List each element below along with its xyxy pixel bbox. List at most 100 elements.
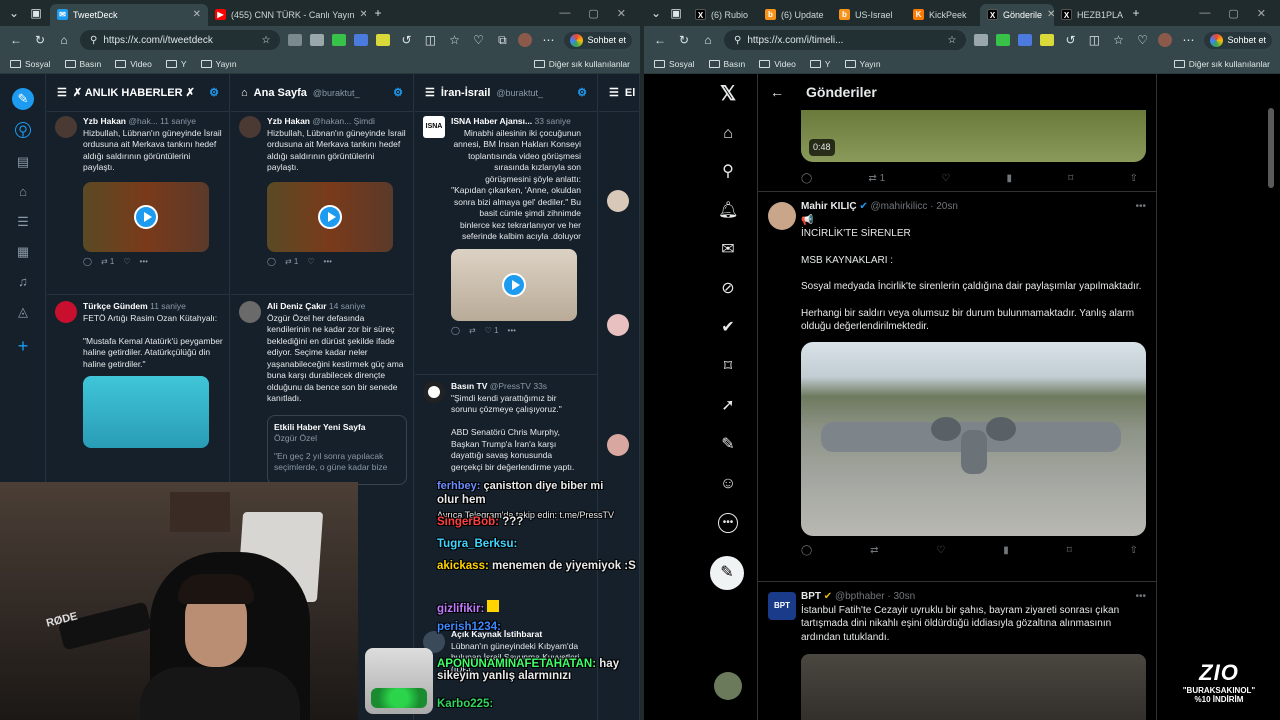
minimize-icon[interactable]: —	[559, 7, 570, 20]
tweet-image[interactable]	[801, 341, 1146, 536]
close-window-icon[interactable]: ✕	[617, 7, 626, 20]
column-header[interactable]: ☰ ✗ ANLIK HABERLER ✗ ⚙	[47, 74, 229, 112]
like-icon[interactable]: ♡	[936, 544, 945, 558]
copilot-button[interactable]: Sohbet et	[564, 31, 632, 49]
close-icon[interactable]: ✕	[193, 9, 201, 20]
maximize-icon[interactable]: ▢	[588, 7, 598, 20]
tab-gonderiler[interactable]: X Gönderile ✕	[980, 3, 1054, 26]
tab-hezb[interactable]: XHEZB1PLA✕	[1054, 4, 1128, 26]
profile-icon[interactable]: ☺	[718, 474, 738, 494]
avatar[interactable]	[239, 116, 261, 138]
more-icon[interactable]: •••	[718, 513, 738, 533]
more-icon[interactable]: •••	[1135, 200, 1146, 214]
downloads-icon[interactable]: ⧉	[494, 32, 510, 48]
workspaces-icon[interactable]: ▣	[28, 5, 44, 21]
more-icon[interactable]: •••	[324, 256, 332, 268]
close-icon[interactable]: ✕	[360, 9, 366, 20]
retweet-icon[interactable]: ⇄	[469, 325, 476, 337]
tweet-author[interactable]: Türkçe Gündem	[83, 301, 148, 311]
tweet-time[interactable]: 14 saniye	[329, 301, 365, 311]
bookmark-folder[interactable]: Video	[115, 59, 152, 69]
bookmark-icon[interactable]: ⌑	[1067, 544, 1072, 558]
bookmark-icon[interactable]: ⌑	[1068, 172, 1073, 186]
notifications-icon[interactable]: 🔔︎	[718, 201, 738, 221]
avatar[interactable]	[239, 301, 261, 323]
tweet-author[interactable]: BPT	[801, 591, 821, 602]
post-button[interactable]: ✎	[710, 556, 744, 590]
profile-avatar[interactable]	[518, 33, 533, 47]
tweet-video[interactable]	[267, 181, 393, 252]
bookmark-folder[interactable]: Sosyal	[654, 59, 695, 69]
spaces-icon[interactable]: ◬	[15, 304, 31, 320]
notifications-icon[interactable]: ♫	[15, 274, 31, 290]
play-icon[interactable]	[502, 272, 526, 297]
search-icon[interactable]: ⚲	[718, 162, 738, 182]
extension-icon[interactable]	[332, 34, 347, 46]
home-icon[interactable]: ⌂	[718, 124, 738, 144]
close-icon[interactable]: ✕	[1047, 9, 1054, 20]
tweet-author[interactable]: Mahir KILIÇ	[801, 201, 857, 212]
copilot-button[interactable]: Sohbet et	[1204, 31, 1272, 49]
like-icon[interactable]: ♡	[941, 172, 950, 186]
tab-menu-icon[interactable]: ⌄	[6, 5, 22, 21]
workspaces-icon[interactable]: ▣	[668, 5, 684, 21]
reply-icon[interactable]: ◯	[267, 256, 276, 268]
like-icon[interactable]: ♡	[307, 256, 314, 268]
lists-icon[interactable]: ☰	[15, 214, 31, 230]
extension-icon[interactable]	[1018, 34, 1033, 46]
tweet-time[interactable]: 33s	[533, 381, 547, 391]
messages-icon[interactable]: ▦	[15, 244, 31, 260]
other-bookmarks[interactable]: Diğer sık kullanılanlar	[533, 59, 630, 69]
bookmark-folder[interactable]: Basın	[708, 59, 745, 69]
extension-icon[interactable]	[288, 34, 303, 46]
column-header[interactable]: ☰ El	[599, 74, 639, 112]
tweet-author[interactable]: Ali Deniz Çakır	[267, 301, 327, 311]
reply-icon[interactable]: ◯	[801, 172, 812, 186]
more-icon[interactable]: ⋯	[540, 32, 556, 48]
back-icon[interactable]: ←	[8, 32, 24, 48]
site-info-icon[interactable]: ⚲	[734, 35, 741, 46]
bookmark-folder[interactable]: Yayın	[200, 59, 237, 69]
bookmarks-icon[interactable]: ⌑	[718, 357, 738, 377]
retweet-icon[interactable]: ⇄ 1	[101, 256, 114, 268]
split-view-icon[interactable]: ◫	[1086, 32, 1102, 48]
column-settings-icon[interactable]: ⚙	[209, 86, 219, 99]
tweet-time[interactable]: 11 saniye	[150, 301, 186, 311]
address-bar[interactable]: ⚲ https://x.com/i/tweetdeck ☆	[80, 30, 281, 50]
tab-update[interactable]: b (6) Update	[758, 4, 832, 26]
tweet-author[interactable]: Basın TV	[451, 381, 487, 391]
home-icon[interactable]: ▤	[15, 154, 31, 170]
tweet[interactable]: BPT BPT ✔ @bpthaber · 30sn ••• İstanbul …	[758, 582, 1156, 720]
new-tab-icon[interactable]: +	[1128, 5, 1144, 21]
quoted-tweet[interactable]: Etkili Haber Yeni Sayfa Özgür Özel "En g…	[267, 414, 407, 485]
compose-icon[interactable]: ✎	[12, 88, 34, 110]
maximize-icon[interactable]: ▢	[1228, 7, 1238, 20]
tweet-image[interactable]	[801, 654, 1146, 720]
tweet-time[interactable]: Şimdi	[354, 116, 375, 126]
close-window-icon[interactable]: ✕	[1257, 7, 1266, 20]
more-icon[interactable]: •••	[1135, 590, 1146, 604]
tweet[interactable]: Ali Deniz Çakır 14 saniye Özgür Özel her…	[231, 294, 413, 485]
retweet-icon[interactable]: ⇄ 1	[285, 256, 298, 268]
column-header[interactable]: ⌂ Ana Sayfa @buraktut_ ⚙	[231, 74, 413, 112]
refresh-ext-icon[interactable]: ↺	[1062, 32, 1078, 48]
tweet-video[interactable]	[83, 181, 209, 252]
retweet-icon[interactable]: ⇄	[870, 544, 878, 558]
favorites-icon[interactable]: ☆	[1110, 32, 1126, 48]
more-icon[interactable]: •••	[140, 256, 148, 268]
tweet-time[interactable]: 20sn	[936, 201, 958, 212]
explore-icon[interactable]: ⌂	[15, 184, 31, 200]
new-tab-icon[interactable]: +	[370, 5, 386, 21]
tweet-time[interactable]: 33 saniye	[534, 116, 570, 126]
avatar[interactable]	[607, 190, 629, 212]
account-avatar[interactable]	[714, 672, 742, 700]
tweet-time[interactable]: 30sn	[893, 591, 915, 602]
back-arrow-icon[interactable]: ←	[770, 84, 784, 100]
grok-icon[interactable]: ⊘	[718, 279, 738, 299]
tweet-author[interactable]: ISNA Haber Ajansı...	[451, 116, 532, 126]
tweet[interactable]: Türkçe Gündem 11 saniye FETÖ Artığı Rasi…	[47, 294, 229, 448]
jobs-icon[interactable]: ➚	[718, 396, 738, 416]
tab-us-israel[interactable]: b US-Israel	[832, 4, 906, 26]
tweet-video[interactable]	[451, 248, 577, 321]
tab-rubio[interactable]: X (6) Rubio	[688, 4, 758, 26]
